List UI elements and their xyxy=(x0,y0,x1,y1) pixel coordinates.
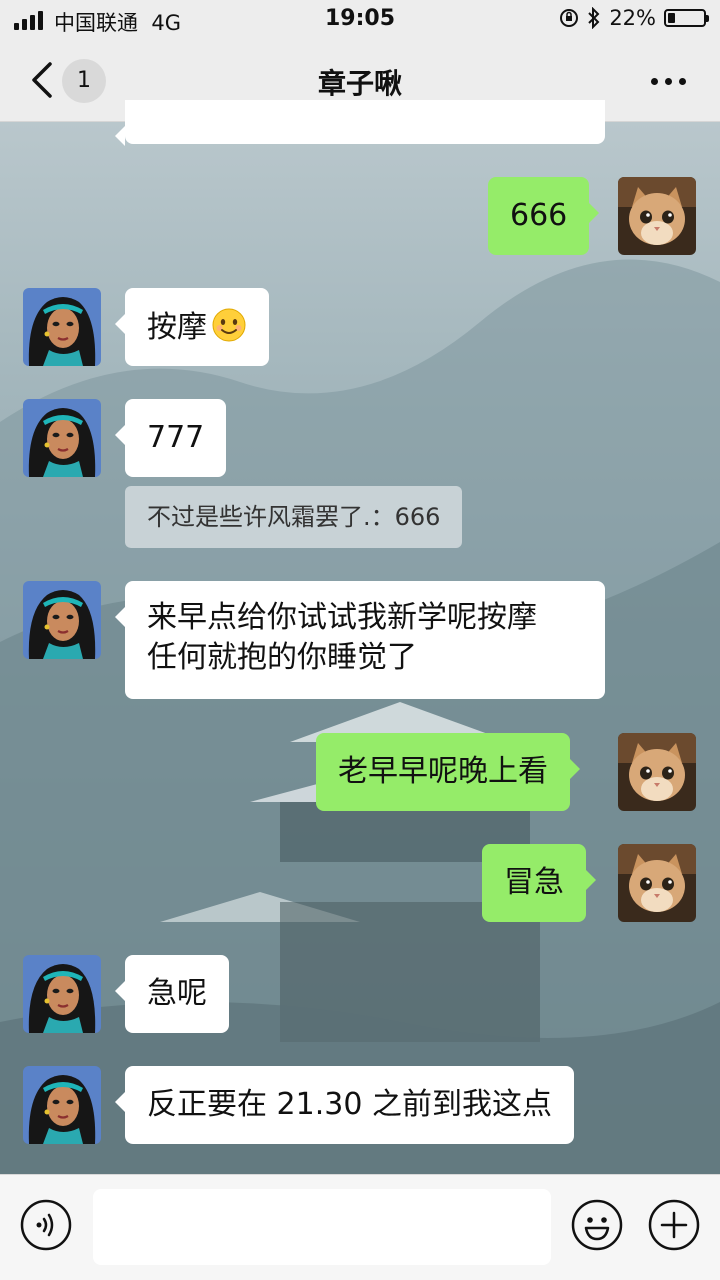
emoji-icon[interactable] xyxy=(571,1199,623,1251)
status-right: 22% xyxy=(559,6,709,30)
orientation-lock-icon xyxy=(560,9,579,27)
battery-icon xyxy=(664,9,709,27)
more-icon[interactable] xyxy=(647,68,690,95)
status-bar: 中国联通 4G 19:05 22% xyxy=(0,0,720,40)
my-avatar[interactable] xyxy=(618,733,696,811)
input-bar xyxy=(0,1174,720,1280)
message-bubble-sent[interactable]: 冒急 xyxy=(482,844,596,922)
contact-avatar[interactable] xyxy=(23,288,101,366)
add-icon[interactable] xyxy=(648,1199,700,1251)
message-line: 来早点给你试试我新学呢按摩 xyxy=(147,600,537,635)
my-avatar[interactable] xyxy=(618,844,696,922)
voice-icon[interactable] xyxy=(20,1199,72,1251)
my-avatar[interactable] xyxy=(618,177,696,255)
message-line: 任何就抱的你睡觉了 xyxy=(147,640,417,675)
message-bubble-received[interactable]: 按摩 xyxy=(115,288,269,366)
cartoon-avatar-image xyxy=(23,1066,101,1144)
contact-avatar[interactable] xyxy=(23,581,101,659)
message-bubble-sent[interactable]: 老早早呢晚上看 xyxy=(316,733,580,811)
cat-avatar-image xyxy=(618,177,696,255)
contact-avatar[interactable] xyxy=(23,955,101,1033)
chat-title: 章子啾 xyxy=(317,67,402,100)
message-bubble-sent[interactable]: 666 xyxy=(488,177,600,255)
message-bubble-partial xyxy=(115,100,605,146)
contact-avatar[interactable] xyxy=(23,1066,101,1144)
cat-avatar-image xyxy=(618,733,696,811)
message-bubble-received[interactable]: 反正要在 21.30 之前到我这点 xyxy=(115,1066,574,1144)
battery-percent: 22% xyxy=(609,6,656,30)
message-bubble-received[interactable]: 急呢 xyxy=(115,955,229,1033)
cartoon-avatar-image xyxy=(23,581,101,659)
message-input[interactable] xyxy=(93,1189,551,1265)
cat-avatar-image xyxy=(618,844,696,922)
cartoon-avatar-image xyxy=(23,955,101,1033)
cartoon-avatar-image xyxy=(23,288,101,366)
message-bubble-received[interactable]: 777 xyxy=(114,399,227,477)
contact-avatar[interactable] xyxy=(23,399,101,477)
bluetooth-icon xyxy=(588,7,600,29)
smiling-face-emoji-icon xyxy=(212,308,246,342)
cartoon-avatar-image xyxy=(23,399,101,477)
quoted-reply[interactable]: 不过是些许风霜罢了.：666 xyxy=(125,486,463,548)
message-bubble-received[interactable]: 来早点给你试试我新学呢按摩 任何就抱的你睡觉了 xyxy=(115,581,605,699)
